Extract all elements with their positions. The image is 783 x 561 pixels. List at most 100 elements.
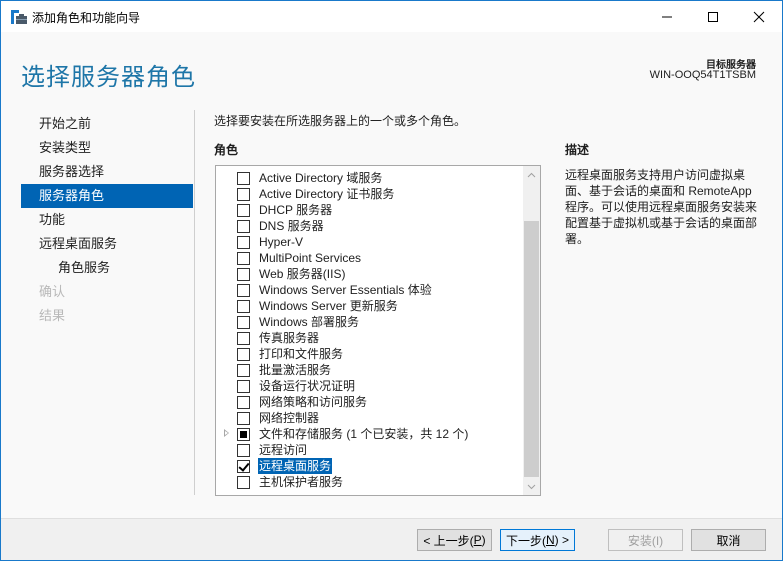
description-text: 远程桌面服务支持用户访问虚拟桌面、基于会话的桌面和 RemoteApp 程序。可… [565, 168, 758, 246]
role-list-item[interactable]: 网络控制器 [216, 410, 524, 426]
next-button-label: 下一步( [505, 533, 546, 548]
nav-item-features[interactable]: 功能 [21, 208, 193, 232]
role-label: Windows Server Essentials 体验 [259, 283, 432, 297]
close-button[interactable] [736, 1, 782, 32]
role-label: 远程访问 [259, 443, 308, 457]
previous-button-label: < 上一步( [423, 533, 474, 548]
role-list-item[interactable]: 远程桌面服务 [216, 458, 524, 474]
chevron-down-icon [527, 484, 536, 489]
role-checkbox[interactable] [237, 284, 250, 297]
role-label: 主机保护者服务 [259, 475, 344, 489]
role-list-item[interactable]: 远程访问 [216, 442, 524, 458]
minimize-button[interactable] [644, 1, 690, 32]
role-checkbox[interactable] [237, 204, 250, 217]
instruction-text: 选择要安装在所选服务器上的一个或多个角色。 [214, 114, 467, 128]
role-checkbox[interactable] [237, 268, 250, 281]
next-button-accel: N [545, 533, 555, 547]
role-label: MultiPoint Services [259, 251, 362, 265]
nav-item-installation-type[interactable]: 安装类型 [21, 136, 193, 160]
page-title: 选择服务器角色 [21, 64, 196, 91]
role-label: DHCP 服务器 [259, 203, 333, 217]
role-label: 批量激活服务 [259, 363, 332, 377]
role-list-item[interactable]: Windows 部署服务 [216, 314, 524, 330]
role-list-item[interactable]: 设备运行状况证明 [216, 378, 524, 394]
role-label: Active Directory 证书服务 [259, 187, 395, 201]
nav-item-results: 结果 [39, 308, 66, 323]
role-label: Windows 部署服务 [259, 315, 360, 329]
role-list-item[interactable]: 批量激活服务 [216, 362, 524, 378]
window-title: 添加角色和功能向导 [32, 11, 141, 25]
role-checkbox[interactable] [237, 236, 250, 249]
title-bar: 添加角色和功能向导 [1, 1, 782, 32]
role-list-item[interactable]: 打印和文件服务 [216, 346, 524, 362]
chevron-up-icon [527, 172, 536, 177]
role-checkbox[interactable] [237, 316, 250, 329]
roles-header: 角色 [214, 143, 239, 157]
role-list-item[interactable]: 网络策略和访问服务 [216, 394, 524, 410]
nav-item-role-services[interactable]: 角色服务 [21, 256, 193, 280]
role-list-item[interactable]: 文件和存储服务 (1 个已安装，共 12 个) [216, 426, 524, 442]
role-label: 传真服务器 [259, 331, 320, 345]
scroll-up-button[interactable] [523, 166, 540, 183]
nav-item-before-you-begin[interactable]: 开始之前 [21, 112, 193, 136]
role-label: 网络策略和访问服务 [259, 395, 368, 409]
role-checkbox[interactable] [237, 220, 250, 233]
role-checkbox[interactable] [237, 412, 250, 425]
next-button-suffix: ) > [554, 533, 569, 547]
role-checkbox[interactable] [237, 380, 250, 393]
role-list-item[interactable]: Hyper-V [216, 234, 524, 250]
scroll-thumb[interactable] [524, 221, 539, 477]
nav-item-remote-desktop-services[interactable]: 远程桌面服务 [21, 232, 193, 256]
role-list-item[interactable]: Web 服务器(IIS) [216, 266, 524, 282]
maximize-button[interactable] [690, 1, 736, 32]
role-label: 远程桌面服务 [258, 458, 333, 474]
role-checkbox[interactable] [237, 252, 250, 265]
close-icon [753, 11, 765, 22]
role-list-item[interactable]: Windows Server Essentials 体验 [216, 282, 524, 298]
role-checkbox[interactable] [237, 444, 250, 457]
role-list-item[interactable]: 传真服务器 [216, 330, 524, 346]
role-checkbox[interactable] [237, 460, 250, 473]
wizard-content: 选择服务器角色 目标服务器 WIN-OOQ54T1TSBM 开始之前 安装类型 … [1, 32, 782, 518]
role-checkbox[interactable] [237, 300, 250, 313]
role-checkbox[interactable] [237, 476, 250, 489]
role-label: Active Directory 域服务 [259, 171, 383, 185]
nav-item-server-roles[interactable]: 服务器角色 [21, 184, 193, 208]
wizard-window: 添加角色和功能向导 选择服务器角色 目标服务器 WIN-OOQ54T1TSBM … [0, 0, 783, 561]
role-label: 网络控制器 [259, 411, 320, 425]
role-checkbox[interactable] [237, 188, 250, 201]
previous-button-suffix: ) [481, 533, 486, 547]
nav-item-server-selection[interactable]: 服务器选择 [21, 160, 193, 184]
role-checkbox[interactable] [237, 364, 250, 377]
role-label: Windows Server 更新服务 [259, 299, 398, 313]
role-list-item[interactable]: MultiPoint Services [216, 250, 524, 266]
maximize-icon [708, 11, 718, 22]
server-manager-icon [11, 10, 27, 24]
scroll-down-button[interactable] [523, 478, 540, 495]
role-label: 设备运行状况证明 [259, 379, 356, 393]
role-label: 文件和存储服务 (1 个已安装，共 12 个) [259, 427, 469, 441]
previous-button-accel: P [473, 533, 482, 547]
next-button[interactable]: 下一步(N) > [500, 529, 575, 551]
minimize-icon [662, 16, 672, 17]
role-list-item[interactable]: 主机保护者服务 [216, 474, 524, 490]
roles-list-scrollbar[interactable] [523, 166, 540, 495]
role-label: 打印和文件服务 [259, 347, 344, 361]
role-checkbox[interactable] [237, 428, 250, 441]
role-list-item[interactable]: DHCP 服务器 [216, 202, 524, 218]
role-checkbox[interactable] [237, 332, 250, 345]
role-list-item[interactable]: Windows Server 更新服务 [216, 298, 524, 314]
role-label: DNS 服务器 [259, 219, 324, 233]
previous-button[interactable]: < 上一步(P) [417, 529, 492, 551]
role-list-item[interactable]: Active Directory 证书服务 [216, 186, 524, 202]
wizard-steps-nav: 开始之前 安装类型 服务器选择 服务器角色 功能 远程桌面服务 角色服务 确认 … [21, 112, 193, 328]
roles-list[interactable]: Active Directory 域服务 Active Directory 证书服… [215, 165, 541, 496]
expand-arrow-icon[interactable] [224, 429, 229, 437]
role-checkbox[interactable] [237, 396, 250, 409]
description-header: 描述 [565, 143, 590, 157]
role-list-item[interactable]: Active Directory 域服务 [216, 170, 524, 186]
role-checkbox[interactable] [237, 172, 250, 185]
role-checkbox[interactable] [237, 348, 250, 361]
role-list-item[interactable]: DNS 服务器 [216, 218, 524, 234]
cancel-button[interactable]: 取消 [691, 529, 766, 551]
